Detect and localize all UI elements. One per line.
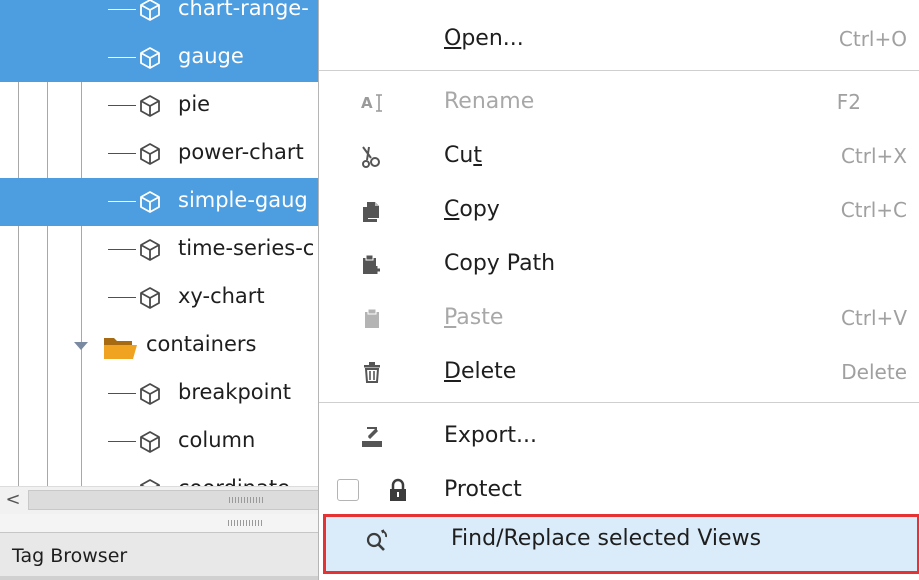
tree-item-label: chart-range- [178,0,309,20]
rename-shortcut: F2 [836,90,861,114]
tree-item-label: power-chart [178,140,304,164]
copy-shortcut: Ctrl+C [840,198,907,222]
tree-connector [108,9,136,10]
find-replace-label: Find/Replace selected Views [451,526,762,551]
tree-view-item[interactable]: gauge [0,34,320,82]
cut-shortcut: Ctrl+X [840,144,907,168]
tree-connector [108,441,136,442]
view-cube-icon [138,382,162,406]
menu-item-copy-path[interactable]: Copy Path [319,239,919,291]
tree-view-item[interactable]: column [0,418,320,466]
copy-path-label: Copy Path [444,251,556,276]
view-cube-icon [138,142,162,166]
paste-shortcut: Ctrl+V [840,306,907,330]
tree-connector [108,393,136,394]
tree-view-item[interactable]: chart-range- [0,0,320,34]
protect-checkbox[interactable] [337,479,359,501]
lock-icon [385,478,411,504]
view-cube-icon [138,238,162,262]
menu-item-paste[interactable]: Paste Ctrl+V [319,293,919,345]
tree-connector [108,57,136,58]
menu-item-find-replace[interactable]: Find/Replace selected Views [323,514,919,574]
tree-connector [108,153,136,154]
tree-item-label: pie [178,92,211,116]
cut-label: Cut [444,143,482,168]
paste-label: Paste [444,305,504,330]
export-icon [359,424,385,450]
rename-label: Rename [444,89,535,114]
scroll-grip [229,497,263,503]
tree-item-label: breakpoint [178,380,292,404]
tree-item-label: time-series-c [178,236,315,260]
tree-connector [108,105,136,106]
view-cube-icon [138,286,162,310]
menu-item-open[interactable]: Open... Ctrl+O [319,14,919,66]
find-replace-icon [363,527,389,553]
menu-item-protect[interactable]: Protect [319,465,919,517]
tree-view-item[interactable]: pie [0,82,320,130]
context-menu: Open... Ctrl+O A Rename F2 Cut Ctrl+X Co… [318,0,919,580]
rename-text-cursor-icon: A [359,90,385,116]
view-cube-icon [138,190,162,214]
menu-item-cut[interactable]: Cut Ctrl+X [319,131,919,183]
menu-separator [319,70,919,71]
export-label: Export... [444,423,537,448]
tree-connector [108,249,136,250]
protect-label: Protect [444,477,522,502]
menu-item-delete[interactable]: Delete Delete [319,347,919,399]
view-cube-icon [138,0,162,22]
tree-view-item[interactable]: breakpoint [0,370,320,418]
svg-text:A: A [361,94,373,112]
tree-view-item[interactable]: power-chart [0,130,320,178]
scrollbar-thumb[interactable] [28,490,320,510]
tag-browser-underline [0,576,320,580]
trash-icon [359,360,385,386]
tag-browser-tab[interactable]: Tag Browser [0,532,320,580]
copy-label: Copy [444,197,500,222]
scissors-icon [359,144,385,170]
tree-item-label: gauge [178,44,244,68]
menu-item-export[interactable]: Export... [319,411,919,463]
view-cube-icon [138,430,162,454]
tree-item-label: column [178,428,256,452]
tree-item-label: xy-chart [178,284,265,308]
clipboard-plus-icon [359,252,385,278]
menu-separator [319,402,919,403]
tree-view-item[interactable]: time-series-c [0,226,320,274]
tree-item-label: containers [146,332,257,356]
view-cube-icon [138,94,162,118]
copy-icon [359,198,385,224]
tag-browser-label: Tag Browser [12,545,128,567]
folder-icon [103,334,139,360]
tree-view-item[interactable]: simple-gaug [0,178,320,226]
horizontal-scrollbar[interactable]: < [0,486,320,514]
expand-caret-icon[interactable] [74,342,88,350]
tree-item-label: simple-gaug [178,188,308,212]
panel-splitter[interactable] [0,514,320,532]
tree-folder-item[interactable]: containers [0,322,320,370]
scroll-left-arrow[interactable]: < [2,489,24,511]
splitter-grip [228,520,262,526]
delete-shortcut: Delete [841,360,907,384]
tree-view-item[interactable]: xy-chart [0,274,320,322]
project-tree-panel: chart-range-gauge pie power-chart simple-ga… [0,0,320,580]
open-label: Open... [444,26,524,51]
tree-connector [108,297,136,298]
tree-connector [108,201,136,202]
view-cube-icon [138,46,162,70]
delete-label: Delete [444,359,517,384]
open-shortcut: Ctrl+O [838,27,907,51]
clipboard-icon [359,306,385,332]
menu-item-rename[interactable]: A Rename F2 [319,77,919,129]
menu-item-copy[interactable]: Copy Ctrl+C [319,185,919,237]
